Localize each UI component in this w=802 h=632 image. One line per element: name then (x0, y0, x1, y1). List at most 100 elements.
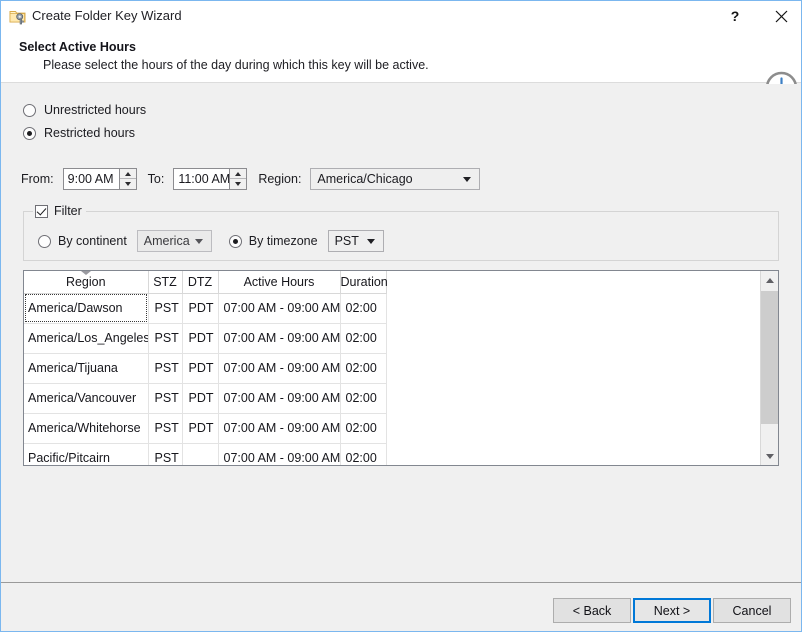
filter-label: Filter (54, 204, 82, 218)
cell-dtz[interactable] (182, 443, 219, 465)
cell-active-hours[interactable]: 07:00 AM - 09:00 AM (218, 413, 341, 444)
cell-duration[interactable]: 02:00 (340, 413, 387, 444)
help-label: ? (730, 8, 740, 24)
cell-active-hours[interactable]: 07:00 AM - 09:00 AM (218, 383, 341, 414)
cell-duration[interactable]: 02:00 (340, 323, 387, 354)
cell-stz[interactable]: PST (148, 413, 183, 444)
chevron-down-icon (463, 177, 472, 182)
to-time-spinner[interactable]: 11:00 AM (173, 168, 248, 190)
page-title: Select Active Hours (19, 40, 136, 54)
cell-stz[interactable]: PST (148, 353, 183, 384)
cell-active-hours[interactable]: 07:00 AM - 09:00 AM (218, 443, 341, 465)
region-dropdown[interactable]: America/Chicago (310, 168, 481, 190)
column-header-stz[interactable]: STZ (148, 271, 183, 294)
close-button[interactable] (759, 1, 801, 31)
cell-duration[interactable]: 02:00 (340, 353, 387, 384)
table-row[interactable]: Pacific/Pitcairn PST 07:00 AM - 09:00 AM… (24, 443, 387, 465)
from-time-spin-buttons[interactable] (118, 169, 136, 189)
table-row[interactable]: America/Whitehorse PST PDT 07:00 AM - 09… (24, 413, 387, 444)
radio-unrestricted-indicator[interactable] (23, 103, 36, 117)
radio-by-timezone-indicator[interactable] (228, 234, 242, 248)
radio-restricted-indicator[interactable] (23, 126, 36, 140)
table-row[interactable]: America/Tijuana PST PDT 07:00 AM - 09:00… (24, 353, 387, 384)
chevron-down-icon (765, 453, 774, 459)
from-time-value: 9:00 AM (67, 172, 114, 186)
cell-region[interactable]: America/Whitehorse (24, 413, 149, 444)
column-header-dtz-label: DTZ (187, 274, 213, 289)
cell-duration[interactable]: 02:00 (340, 443, 387, 465)
help-button[interactable]: ? (713, 1, 757, 31)
column-header-dtz[interactable]: DTZ (182, 271, 219, 294)
column-header-duration[interactable]: Duration (340, 271, 388, 294)
scroll-down-button[interactable] (761, 447, 778, 465)
title-bar: Create Folder Key Wizard ? (1, 1, 801, 32)
cell-stz[interactable]: PST (148, 293, 183, 324)
back-button[interactable]: < Back (553, 598, 631, 623)
back-button-label: < Back (572, 603, 612, 618)
cell-duration[interactable]: 02:00 (340, 293, 387, 324)
cell-region[interactable]: Pacific/Pitcairn (24, 443, 149, 465)
cell-region[interactable]: America/Los_Angeles (24, 323, 149, 354)
scroll-up-button[interactable] (761, 271, 778, 289)
table-row[interactable]: America/Vancouver PST PDT 07:00 AM - 09:… (24, 383, 387, 414)
cell-duration[interactable]: 02:00 (340, 383, 387, 414)
from-time-spin-down[interactable] (120, 179, 136, 189)
column-header-active-hours[interactable]: Active Hours (218, 271, 341, 294)
cell-stz[interactable]: PST (148, 383, 183, 414)
next-button-label: Next > (653, 603, 691, 618)
filter-options-row: By continent America By timezone PST (24, 230, 778, 252)
cell-active-hours[interactable]: 07:00 AM - 09:00 AM (218, 353, 341, 384)
radio-by-continent-indicator[interactable] (38, 234, 51, 248)
to-time-spin-up[interactable] (230, 169, 247, 179)
cell-dtz[interactable]: PDT (182, 323, 219, 354)
radio-unrestricted-hours[interactable]: Unrestricted hours (23, 102, 146, 118)
filter-checkbox-indicator[interactable] (35, 204, 48, 218)
cell-region[interactable]: America/Tijuana (24, 353, 149, 384)
filter-checkbox[interactable]: Filter (33, 203, 86, 219)
to-label: To: (147, 172, 165, 186)
continent-dropdown-value: America (143, 234, 190, 248)
cell-dtz[interactable]: PDT (182, 353, 219, 384)
table-scroll-area: Region STZ DTZ Active Hours Duration Ame… (24, 271, 762, 465)
from-time-spinner[interactable]: 9:00 AM (62, 168, 137, 190)
cancel-button[interactable]: Cancel (713, 598, 791, 623)
radio-restricted-label: Restricted hours (44, 126, 136, 140)
from-time-spin-up[interactable] (119, 169, 136, 179)
cell-stz[interactable]: PST (148, 443, 183, 465)
table-vertical-scrollbar[interactable] (760, 271, 778, 465)
table-header-row: Region STZ DTZ Active Hours Duration (24, 271, 388, 294)
column-header-duration-label: Duration (340, 274, 388, 289)
cell-active-hours[interactable]: 07:00 AM - 09:00 AM (218, 293, 341, 324)
column-header-active-hours-label: Active Hours (243, 274, 315, 289)
radio-by-timezone-label: By timezone (248, 234, 318, 248)
cell-region[interactable]: America/Dawson (24, 293, 149, 324)
from-label: From: (21, 172, 54, 186)
cell-dtz[interactable]: PDT (182, 413, 219, 444)
timezone-dropdown[interactable]: PST (327, 230, 384, 252)
cell-dtz[interactable]: PDT (182, 293, 219, 324)
table-row[interactable]: America/Dawson PST PDT 07:00 AM - 09:00 … (24, 293, 387, 324)
to-time-spin-down[interactable] (230, 179, 246, 189)
page-subtitle: Please select the hours of the day durin… (43, 58, 429, 72)
filter-group-box: Filter By continent America By timezone … (23, 203, 779, 261)
dialog-window: Create Folder Key Wizard ? Select Active… (0, 0, 802, 632)
cell-region[interactable]: America/Vancouver (24, 383, 149, 414)
radio-restricted-hours[interactable]: Restricted hours (23, 125, 135, 141)
to-time-spin-buttons[interactable] (229, 169, 247, 189)
close-icon (775, 10, 788, 23)
timezone-dropdown-value: PST (334, 234, 359, 248)
cell-active-hours[interactable]: 07:00 AM - 09:00 AM (218, 323, 341, 354)
dialog-footer: < Back Next > Cancel (1, 582, 801, 631)
timezone-table: Region STZ DTZ Active Hours Duration Ame… (23, 270, 779, 466)
radio-by-continent-label: By continent (58, 234, 127, 248)
cell-stz[interactable]: PST (148, 323, 183, 354)
folder-key-icon (9, 8, 26, 25)
region-label: Region: (258, 172, 302, 186)
radio-unrestricted-label: Unrestricted hours (44, 103, 147, 117)
cell-dtz[interactable]: PDT (182, 383, 219, 414)
next-button[interactable]: Next > (633, 598, 711, 623)
column-header-region[interactable]: Region (24, 271, 149, 294)
continent-dropdown[interactable]: America (136, 230, 212, 252)
scrollbar-thumb[interactable] (761, 291, 778, 424)
table-row[interactable]: America/Los_Angeles PST PDT 07:00 AM - 0… (24, 323, 387, 354)
